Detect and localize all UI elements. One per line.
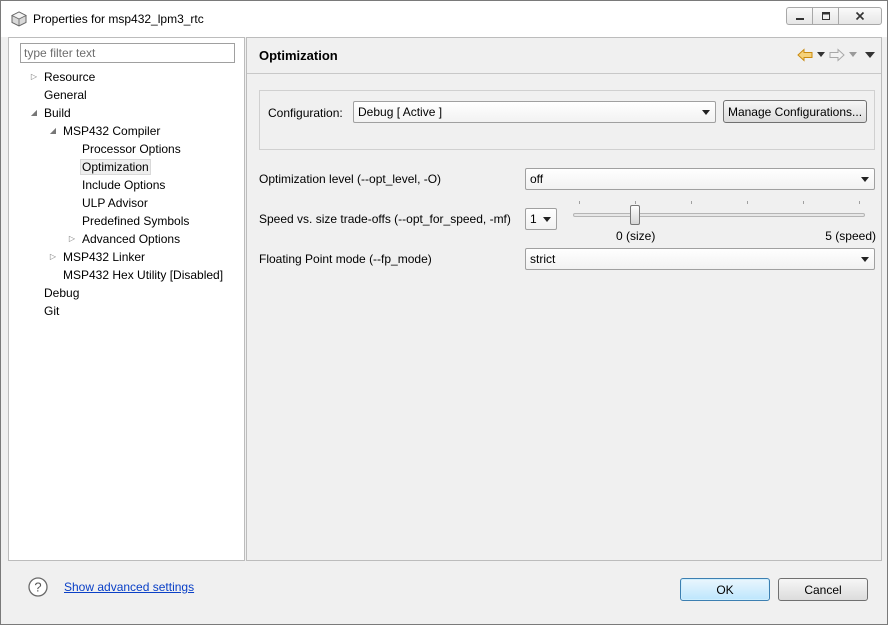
tree-item-label: Resource xyxy=(44,70,96,84)
dialog-client: ▷ Resource General ◢ Build ◢ MSP432 Comp… xyxy=(8,37,882,619)
cancel-button[interactable]: Cancel xyxy=(778,578,868,601)
tree-item-label: Predefined Symbols xyxy=(82,214,190,228)
tree-item-hex-utility[interactable]: MSP432 Hex Utility [Disabled] xyxy=(61,266,225,284)
speed-slider-track[interactable] xyxy=(573,213,865,217)
slider-min-label: 0 (size) xyxy=(616,229,656,243)
ok-button[interactable]: OK xyxy=(680,578,770,601)
collapse-icon[interactable]: ◢ xyxy=(29,104,39,122)
tree-item-label: Debug xyxy=(44,286,80,300)
window-title: Properties for msp432_lpm3_rtc xyxy=(33,12,204,26)
tree-item-label: MSP432 Linker xyxy=(63,250,146,264)
view-menu-icon xyxy=(865,51,875,58)
slider-max-label: 5 (speed) xyxy=(825,229,876,243)
fp-mode-label: Floating Point mode (--fp_mode) xyxy=(259,252,432,266)
tree-item-processor-options[interactable]: Processor Options xyxy=(80,140,183,158)
fp-mode-select[interactable]: strict xyxy=(525,248,875,270)
cancel-label: Cancel xyxy=(804,582,842,597)
configuration-label: Configuration: xyxy=(268,106,343,120)
chevron-down-icon xyxy=(861,177,869,182)
tree-item-git[interactable]: Git xyxy=(42,302,61,320)
tree-item-label: MSP432 Hex Utility [Disabled] xyxy=(63,268,224,282)
dialog-footer: ? Show advanced settings OK Cancel xyxy=(8,563,882,619)
back-menu-button[interactable] xyxy=(816,47,826,63)
tree-item-label: Processor Options xyxy=(82,142,181,156)
opt-level-value: off xyxy=(530,172,544,186)
chevron-down-icon xyxy=(849,52,857,57)
filter-input[interactable] xyxy=(20,43,235,63)
slider-tick xyxy=(803,201,804,204)
configuration-select[interactable]: Debug [ Active ] xyxy=(353,101,716,123)
tree-item-predefined-symbols[interactable]: Predefined Symbols xyxy=(80,212,191,230)
tree-item-general[interactable]: General xyxy=(42,86,89,104)
speed-slider-thumb[interactable] xyxy=(630,205,640,225)
title-bar[interactable]: Properties for msp432_lpm3_rtc xyxy=(1,1,887,37)
close-icon xyxy=(855,11,865,21)
maximize-icon xyxy=(821,12,830,20)
expand-icon[interactable]: ▷ xyxy=(29,68,39,86)
tree-item-advanced-options[interactable]: ▷ Advanced Options xyxy=(69,230,182,248)
tree-item-label: MSP432 Compiler xyxy=(63,124,161,138)
app-icon xyxy=(11,11,27,27)
forward-menu-button[interactable] xyxy=(848,47,858,63)
back-arrow-icon xyxy=(797,48,813,62)
chevron-down-icon xyxy=(702,110,710,115)
opt-level-label: Optimization level (--opt_level, -O) xyxy=(259,172,442,186)
tree-item-label: Advanced Options xyxy=(82,232,181,246)
tree-item-label: Build xyxy=(44,106,71,120)
expand-icon[interactable]: ▷ xyxy=(67,230,77,248)
help-icon: ? xyxy=(28,577,48,597)
slider-tick xyxy=(579,201,580,204)
page-header: Optimization xyxy=(247,38,881,74)
category-pane: ▷ Resource General ◢ Build ◢ MSP432 Comp… xyxy=(8,37,245,561)
speed-tradeoff-select[interactable]: 1 xyxy=(525,208,557,230)
tree-item-linker[interactable]: ▷ MSP432 Linker xyxy=(50,248,147,266)
speed-tradeoff-value: 1 xyxy=(530,212,537,226)
page-title: Optimization xyxy=(259,48,338,63)
tree-item-ulp-advisor[interactable]: ULP Advisor xyxy=(80,194,150,212)
forward-button[interactable] xyxy=(829,47,845,63)
show-advanced-settings-link[interactable]: Show advanced settings xyxy=(64,580,194,594)
view-menu-button[interactable] xyxy=(865,47,875,63)
forward-arrow-icon xyxy=(829,48,845,62)
tree-item-build[interactable]: ◢ Build xyxy=(31,104,73,122)
tree-item-debug[interactable]: Debug xyxy=(42,284,81,302)
speed-tradeoff-label: Speed vs. size trade-offs (--opt_for_spe… xyxy=(259,212,511,226)
slider-tick xyxy=(859,201,860,204)
configuration-value: Debug [ Active ] xyxy=(358,105,443,119)
maximize-button[interactable] xyxy=(812,7,838,25)
slider-tick xyxy=(747,201,748,204)
help-button[interactable]: ? xyxy=(28,577,48,597)
slider-tick xyxy=(691,201,692,204)
minimize-icon xyxy=(795,18,804,20)
close-button[interactable] xyxy=(838,7,882,25)
chevron-down-icon xyxy=(543,217,551,222)
chevron-down-icon xyxy=(861,257,869,262)
manage-configurations-label: Manage Configurations... xyxy=(727,104,863,119)
chevron-down-icon xyxy=(817,52,825,57)
ok-label: OK xyxy=(716,582,734,597)
window-controls xyxy=(786,7,882,25)
fp-mode-value: strict xyxy=(530,252,556,266)
configuration-group: Configuration: Debug [ Active ] Manage C… xyxy=(259,90,875,150)
opt-level-select[interactable]: off xyxy=(525,168,875,190)
manage-configurations-button[interactable]: Manage Configurations... xyxy=(723,100,867,123)
slider-tick xyxy=(635,201,636,204)
tree-item-include-options[interactable]: Include Options xyxy=(80,176,167,194)
tree-item-label: General xyxy=(44,88,87,102)
back-button[interactable] xyxy=(797,47,813,63)
history-navigation xyxy=(797,47,875,63)
tree-item-resource[interactable]: ▷ Resource xyxy=(31,68,97,86)
tree-item-label: Include Options xyxy=(82,178,166,192)
tree-item-optimization[interactable]: Optimization xyxy=(80,158,151,176)
tree-item-label: Git xyxy=(44,304,60,318)
collapse-icon[interactable]: ◢ xyxy=(48,122,58,140)
tree-item-label: ULP Advisor xyxy=(82,196,148,210)
property-page: Optimization Configuration: Debug [Acti… xyxy=(246,37,882,561)
svg-text:?: ? xyxy=(34,580,41,595)
expand-icon[interactable]: ▷ xyxy=(48,248,58,266)
tree-item-compiler[interactable]: ◢ MSP432 Compiler xyxy=(50,122,162,140)
minimize-button[interactable] xyxy=(786,7,812,25)
tree-item-label: Optimization xyxy=(80,159,151,175)
properties-dialog: Properties for msp432_lpm3_rtc ▷ Resourc… xyxy=(0,0,888,625)
